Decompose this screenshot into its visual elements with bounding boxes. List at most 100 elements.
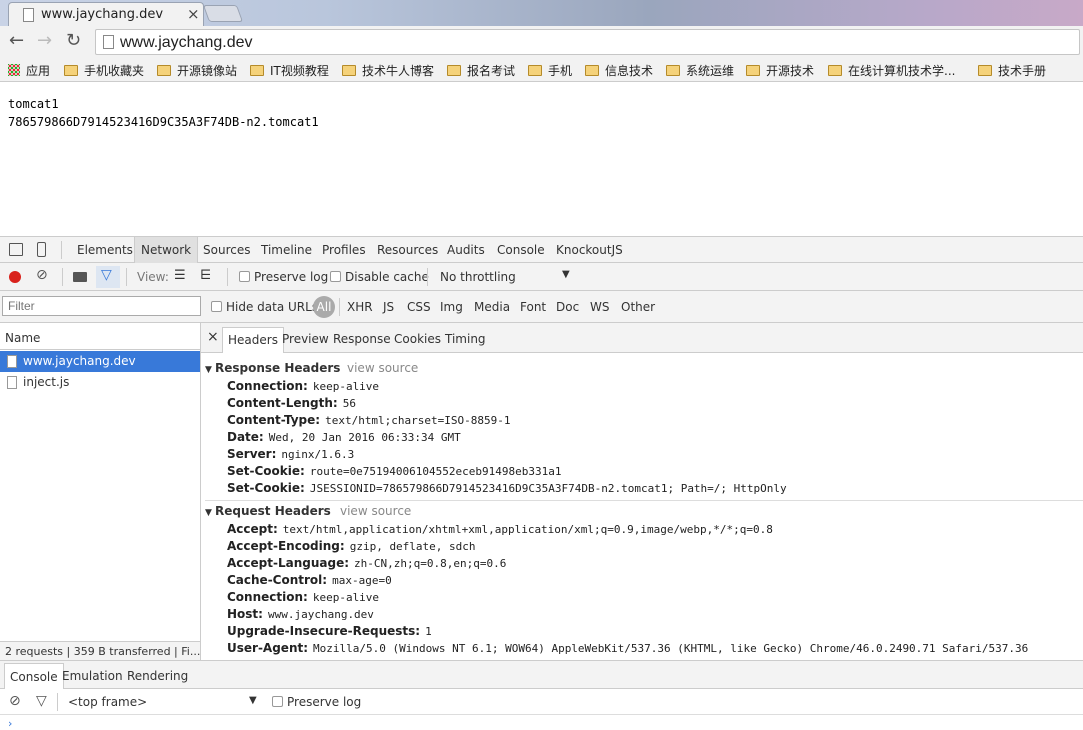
tab-elements[interactable]: Elements <box>77 243 133 257</box>
name-column-header[interactable]: Name <box>0 323 200 350</box>
tab-cookies[interactable]: Cookies <box>394 332 441 346</box>
tab-audits[interactable]: Audits <box>447 243 485 257</box>
folder-icon <box>828 65 842 76</box>
tab-preview[interactable]: Preview <box>282 332 329 346</box>
filter-funnel-icon[interactable]: ▽ <box>101 267 112 283</box>
request-row[interactable]: www.jaychang.dev <box>0 351 200 372</box>
tab-sources[interactable]: Sources <box>203 243 250 257</box>
back-arrow-icon[interactable]: ← <box>9 31 24 51</box>
view-source-link[interactable]: view source <box>347 361 418 375</box>
page-line-1: tomcat1 <box>8 97 59 111</box>
bookmark-folder[interactable]: 开源镜像站 <box>157 62 237 79</box>
bookmark-folder[interactable]: 技术手册 <box>978 62 1046 79</box>
header-row: Accept: text/html,application/xhtml+xml,a… <box>227 522 773 536</box>
folder-icon <box>157 65 171 76</box>
filter-xhr[interactable]: XHR <box>347 300 373 314</box>
view-source-link[interactable]: view source <box>340 504 411 518</box>
tab-close-icon[interactable]: × <box>187 5 200 23</box>
triangle-down-icon: ▼ <box>205 365 212 375</box>
tab-headers[interactable]: Headers <box>222 327 284 353</box>
drawer-tabbar: Console Emulation Rendering <box>0 661 1083 689</box>
bookmark-folder[interactable]: 开源技术 <box>746 62 814 79</box>
document-icon <box>7 355 17 368</box>
tab-network[interactable]: Network <box>134 237 199 263</box>
capture-screenshots-icon[interactable] <box>73 272 87 282</box>
bookmark-folder[interactable]: 信息技术 <box>585 62 653 79</box>
filter-img[interactable]: Img <box>440 300 463 314</box>
header-row: Set-Cookie: JSESSIONID=786579866D79145234… <box>227 481 787 495</box>
header-row: Accept-Language: zh-CN,zh;q=0.8,en;q=0.6 <box>227 556 507 570</box>
header-row: Connection: keep-alive <box>227 590 380 604</box>
browser-tab[interactable]: www.jaychang.dev × <box>8 2 204 26</box>
console-prompt-icon[interactable]: › <box>8 717 12 730</box>
clear-icon[interactable]: ⊘ <box>36 267 48 283</box>
bookmark-folder[interactable]: 手机 <box>528 62 572 79</box>
filter-all-button[interactable]: All <box>313 296 335 318</box>
bookmark-folder[interactable]: 手机收藏夹 <box>64 62 144 79</box>
console-drawer: Console Emulation Rendering ⊘ ▽ <top fra… <box>0 660 1083 730</box>
network-summary: 2 requests | 359 B transferred | Fi... <box>0 641 200 660</box>
filter-font[interactable]: Font <box>520 300 546 314</box>
disable-cache-checkbox[interactable]: Disable cache <box>330 270 429 284</box>
tab-console[interactable]: Console <box>497 243 545 257</box>
checkbox-icon <box>211 301 222 312</box>
details-tabbar: × Headers Preview Response Cookies Timin… <box>201 323 1083 353</box>
inspect-icon[interactable] <box>9 243 23 256</box>
network-toolbar: ⊘ ▽ View: ☰ ⋿ Preserve log Disable cache… <box>0 263 1083 291</box>
request-row[interactable]: inject.js <box>0 372 200 393</box>
list-view-icon[interactable]: ☰ <box>174 268 186 283</box>
clear-console-icon[interactable]: ⊘ <box>9 693 21 709</box>
hide-data-urls-checkbox[interactable]: Hide data URLs <box>211 300 318 314</box>
response-headers-toggle[interactable]: ▼ Response Headers <box>205 361 340 375</box>
tab-timing[interactable]: Timing <box>445 332 486 346</box>
close-details-icon[interactable]: × <box>207 329 219 345</box>
bookmark-folder[interactable]: 系统运维 <box>666 62 734 79</box>
bookmark-folder[interactable]: 报名考试 <box>447 62 515 79</box>
request-details: × Headers Preview Response Cookies Timin… <box>201 323 1083 660</box>
bookmark-folder[interactable]: IT视频教程 <box>250 62 329 79</box>
bookmarks-bar: 应用 手机收藏夹 开源镜像站 IT视频教程 技术牛人博客 报名考试 手机 信息技… <box>0 58 1083 82</box>
tab-knockoutjs[interactable]: KnockoutJS <box>556 243 623 257</box>
frame-select[interactable]: <top frame> <box>68 695 147 709</box>
waterfall-view-icon[interactable]: ⋿ <box>200 268 211 283</box>
filter-other[interactable]: Other <box>621 300 655 314</box>
drawer-tab-rendering[interactable]: Rendering <box>127 669 188 683</box>
drawer-tab-console[interactable]: Console <box>4 663 64 689</box>
filter-js[interactable]: JS <box>383 300 394 314</box>
filter-ws[interactable]: WS <box>590 300 609 314</box>
console-preserve-log-checkbox[interactable]: Preserve log <box>272 695 361 709</box>
tab-profiles[interactable]: Profiles <box>322 243 366 257</box>
bookmark-folder[interactable]: 在线计算机技术学... <box>828 62 955 79</box>
reload-icon[interactable]: ↻ <box>66 31 81 51</box>
tab-resources[interactable]: Resources <box>377 243 438 257</box>
drawer-tab-emulation[interactable]: Emulation <box>62 669 123 683</box>
header-row: Date: Wed, 20 Jan 2016 06:33:34 GMT <box>227 430 461 444</box>
record-icon[interactable] <box>9 271 21 283</box>
page-line-2: 786579866D7914523416D9C35A3F74DB-n2.tomc… <box>8 115 319 129</box>
preserve-log-checkbox[interactable]: Preserve log <box>239 270 328 284</box>
header-row: Accept-Encoding: gzip, deflate, sdch <box>227 539 476 553</box>
folder-icon <box>64 65 78 76</box>
address-bar[interactable]: www.jaychang.dev <box>95 29 1080 55</box>
dropdown-arrow-icon: ▼ <box>562 269 570 280</box>
bookmark-apps[interactable]: 应用 <box>8 62 50 79</box>
filter-funnel-icon[interactable]: ▽ <box>36 693 47 709</box>
filter-media[interactable]: Media <box>474 300 510 314</box>
devtools-tabbar: Elements Network Sources Timeline Profil… <box>0 236 1083 263</box>
bookmark-folder[interactable]: 技术牛人博客 <box>342 62 434 79</box>
device-mode-icon[interactable] <box>37 242 46 257</box>
throttling-select[interactable]: No throttling <box>440 270 516 284</box>
filter-input[interactable] <box>2 296 201 316</box>
folder-icon <box>978 65 992 76</box>
document-icon <box>7 376 17 389</box>
filter-text-field[interactable] <box>3 297 200 315</box>
tab-timeline[interactable]: Timeline <box>261 243 312 257</box>
new-tab-button[interactable] <box>202 5 244 22</box>
forward-arrow-icon[interactable]: → <box>37 31 52 51</box>
filter-doc[interactable]: Doc <box>556 300 579 314</box>
tab-response[interactable]: Response <box>333 332 391 346</box>
view-label: View: <box>137 270 169 284</box>
tab-title: www.jaychang.dev <box>41 7 164 22</box>
request-headers-toggle[interactable]: ▼ Request Headers <box>205 504 331 518</box>
filter-css[interactable]: CSS <box>407 300 431 314</box>
